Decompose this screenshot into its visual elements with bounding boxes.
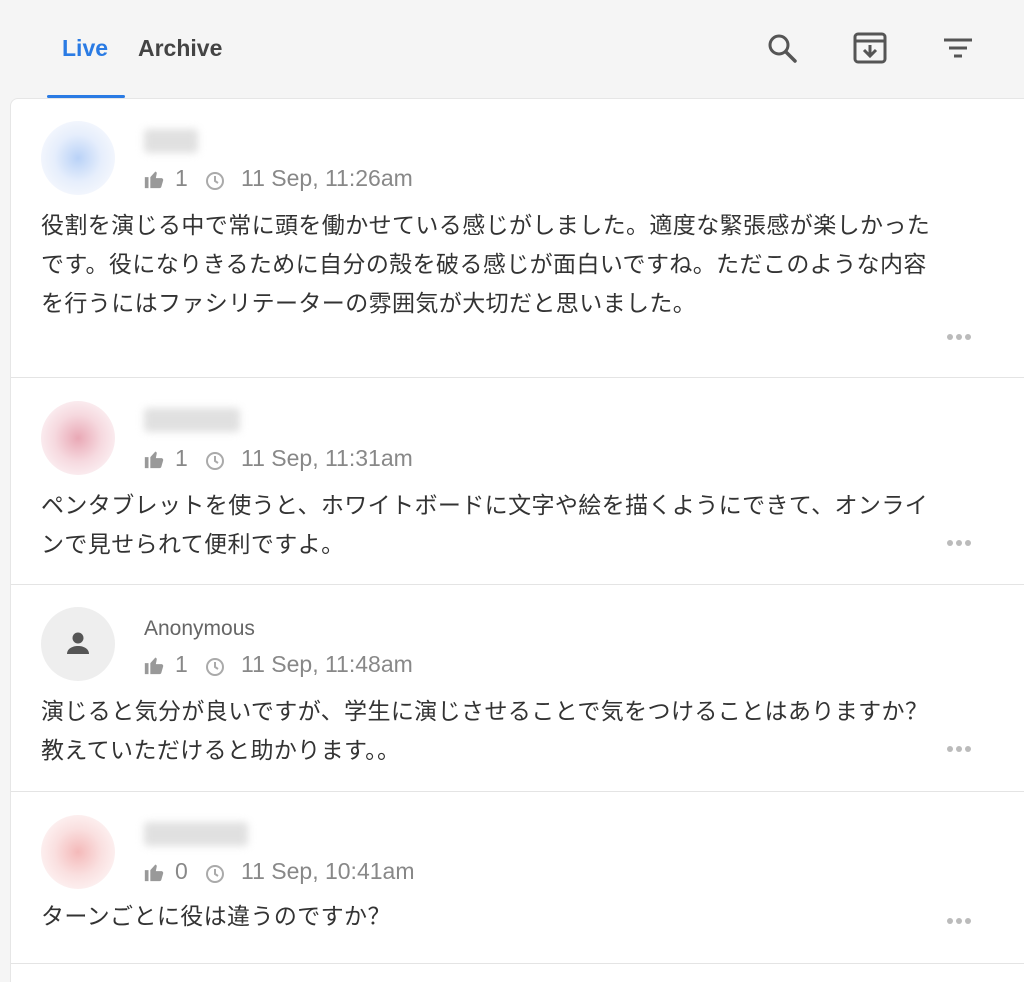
post-timestamp: 11 Sep, 11:31am	[241, 445, 413, 471]
author-name: Anonymous	[144, 617, 255, 640]
archive-download-icon[interactable]	[850, 28, 890, 68]
like-count: 1	[175, 165, 188, 191]
like-count: 1	[175, 651, 188, 677]
post-timestamp: 11 Sep, 10:41am	[241, 858, 415, 884]
author-name-blurred	[144, 822, 248, 846]
clock-icon	[205, 654, 225, 676]
filter-icon[interactable]	[938, 28, 978, 68]
post-text: 役割を演じる中で常に頭を働かせている感じがしました。適度な緊張感が楽しかったです…	[41, 213, 931, 317]
clock-icon	[205, 168, 225, 190]
posts-panel: 1 11 Sep, 11:26am 役割を演じる中で常に頭を働かせている感じがし…	[10, 98, 1024, 982]
like-count: 0	[175, 858, 188, 884]
thumbs-up-icon[interactable]	[143, 447, 165, 469]
post-item: 1 11 Sep, 11:31am ペンタブレットを使うと、ホワイトボードに文字…	[11, 378, 1024, 585]
post-item: Anonymous 1 11 Sep, 11:48am 演じると気分が良いですが…	[11, 585, 1024, 792]
thumbs-up-icon[interactable]	[143, 167, 165, 189]
tab-archive[interactable]: Archive	[138, 32, 222, 64]
post-text: 演じると気分が良いですが、学生に演じさせることで気をつけることはありますか？教え…	[41, 699, 929, 764]
avatar[interactable]	[41, 401, 115, 475]
author-name-blurred	[144, 129, 198, 153]
post-text: ターンごとに役は違うのですか？	[41, 904, 391, 930]
thumbs-up-icon[interactable]	[143, 860, 165, 882]
author-name-blurred	[144, 408, 240, 432]
more-options-icon[interactable]	[945, 915, 973, 927]
top-bar: Live Archive	[0, 0, 1024, 98]
search-icon[interactable]	[762, 28, 802, 68]
person-icon	[64, 629, 92, 657]
post-item: 0 11 Sep, 10:41am ターンごとに役は違うのですか？	[11, 792, 1024, 964]
post-item: 1 11 Sep, 11:26am 役割を演じる中で常に頭を働かせている感じがし…	[11, 99, 1024, 378]
more-options-icon[interactable]	[945, 331, 973, 343]
clock-icon	[205, 861, 225, 883]
more-options-icon[interactable]	[945, 537, 973, 549]
tab-live[interactable]: Live	[62, 32, 108, 64]
post-timestamp: 11 Sep, 11:26am	[241, 165, 413, 191]
avatar[interactable]	[41, 121, 115, 195]
thumbs-up-icon[interactable]	[143, 653, 165, 675]
more-options-icon[interactable]	[945, 743, 973, 755]
clock-icon	[205, 448, 225, 470]
like-count: 1	[175, 445, 188, 471]
post-timestamp: 11 Sep, 11:48am	[241, 651, 413, 677]
avatar[interactable]	[41, 607, 115, 681]
avatar[interactable]	[41, 815, 115, 889]
post-text: ペンタブレットを使うと、ホワイトボードに文字や絵を描くようにできて、オンラインで…	[41, 493, 929, 558]
